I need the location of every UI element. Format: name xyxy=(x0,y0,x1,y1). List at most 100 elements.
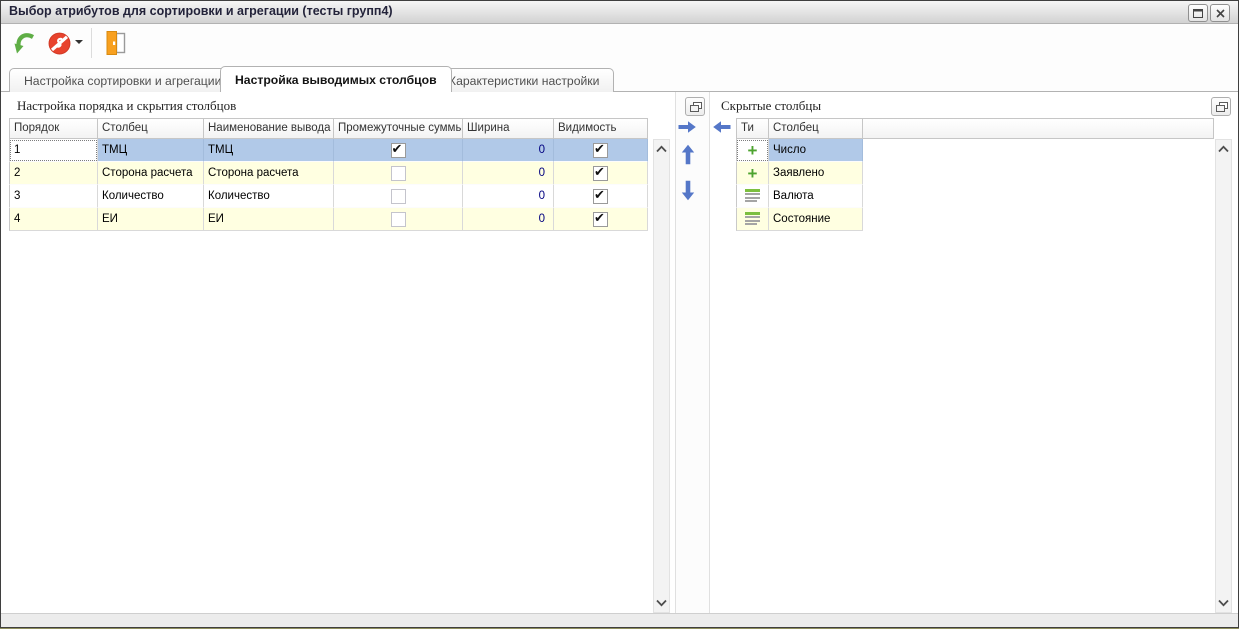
maximize-icon xyxy=(1193,9,1203,18)
width-cell[interactable]: 0 xyxy=(463,208,554,231)
column-cell[interactable]: Заявлено xyxy=(769,162,863,185)
table-header-row: ТиСтолбец xyxy=(736,118,1214,139)
close-button[interactable] xyxy=(1210,4,1230,22)
tab-page: Настройка порядка и скрытия столбцов Скр… xyxy=(1,92,1238,613)
output-name-cell[interactable]: Сторона расчета xyxy=(204,162,334,185)
open-door-icon xyxy=(101,29,129,57)
undo-button[interactable] xyxy=(11,29,39,57)
exit-button[interactable] xyxy=(101,29,129,57)
column-cell[interactable]: Сторона расчета xyxy=(98,162,204,185)
column-header[interactable]: Столбец xyxy=(98,118,204,139)
type-cell[interactable]: + xyxy=(736,139,769,162)
cancel-button[interactable] xyxy=(45,29,73,57)
table-row[interactable]: 2Сторона расчетаСторона расчета0 xyxy=(9,162,648,185)
list-icon xyxy=(745,212,760,227)
titlebar[interactable]: Выбор атрибутов для сортировки и агрегац… xyxy=(1,1,1238,24)
column-header[interactable]: Промежуточные суммы xyxy=(334,118,463,139)
order-cell[interactable]: 3 xyxy=(9,185,98,208)
subtotals[interactable] xyxy=(334,185,463,208)
tab-sorting-aggregation[interactable]: Настройка сортировки и агрегации xyxy=(9,68,236,92)
visibility[interactable] xyxy=(554,162,648,185)
list-icon xyxy=(745,189,760,204)
scroll-down-icon[interactable] xyxy=(654,595,669,611)
column-cell[interactable]: Число xyxy=(769,139,863,162)
dialog-window: Выбор атрибутов для сортировки и агрегац… xyxy=(0,0,1239,628)
column-header-filler xyxy=(863,118,1214,139)
move-up-button[interactable] xyxy=(681,144,695,165)
left-panel-collapse-button[interactable] xyxy=(685,97,705,116)
cancel-prohibition-icon xyxy=(47,31,72,56)
visibility[interactable] xyxy=(554,185,648,208)
right-panel-collapse-button[interactable] xyxy=(1211,97,1231,116)
left-table-vertical-scrollbar[interactable] xyxy=(653,139,670,613)
scroll-up-icon[interactable] xyxy=(1216,141,1231,157)
subtotals-checkbox[interactable] xyxy=(391,143,406,158)
plus-icon: + xyxy=(748,144,758,157)
column-header[interactable]: Порядок xyxy=(9,118,98,139)
right-table-vertical-scrollbar[interactable] xyxy=(1215,139,1232,613)
close-icon xyxy=(1216,9,1225,18)
arrow-right-icon xyxy=(677,120,697,134)
column-cell[interactable]: ЕИ xyxy=(98,208,204,231)
table-row[interactable]: 3КоличествоКоличество0 xyxy=(9,185,648,208)
tab-label: Характеристики настройки xyxy=(448,74,599,88)
output-name-cell[interactable]: Количество xyxy=(204,185,334,208)
visibility-checkbox[interactable] xyxy=(593,143,608,158)
subtotals[interactable] xyxy=(334,208,463,231)
type-cell[interactable] xyxy=(736,185,769,208)
arrow-up-icon xyxy=(681,144,695,165)
output-name-cell[interactable]: ТМЦ xyxy=(204,139,334,162)
subtotals-checkbox[interactable] xyxy=(391,212,406,227)
maximize-button[interactable] xyxy=(1188,4,1208,22)
undo-arrow-icon xyxy=(12,30,38,56)
tab-label: Настройка выводимых столбцов xyxy=(235,73,437,87)
width-cell[interactable]: 0 xyxy=(463,185,554,208)
table-row[interactable]: 1ТМЦТМЦ0 xyxy=(9,139,648,162)
column-header[interactable]: Видимость xyxy=(554,118,648,139)
table-row[interactable]: Состояние xyxy=(736,208,1214,231)
table-row[interactable]: 4ЕИЕИ0 xyxy=(9,208,648,231)
type-cell[interactable]: + xyxy=(736,162,769,185)
visibility-checkbox[interactable] xyxy=(593,166,608,181)
column-cell[interactable]: Валюта xyxy=(769,185,863,208)
tab-label: Настройка сортировки и агрегации xyxy=(24,74,221,88)
width-cell[interactable]: 0 xyxy=(463,162,554,185)
column-header[interactable]: Столбец xyxy=(769,118,863,139)
width-cell[interactable]: 0 xyxy=(463,139,554,162)
scroll-up-icon[interactable] xyxy=(654,141,669,157)
toolbar xyxy=(1,24,1238,64)
type-cell[interactable] xyxy=(736,208,769,231)
right-panel-title: Скрытые столбцы xyxy=(721,98,821,114)
column-cell[interactable]: ТМЦ xyxy=(98,139,204,162)
table-row[interactable]: Валюта xyxy=(736,185,1214,208)
columns-order-table: ПорядокСтолбецНаименование выводаПромежу… xyxy=(9,118,648,231)
column-header[interactable]: Наименование вывода xyxy=(204,118,334,139)
subtotals-checkbox[interactable] xyxy=(391,166,406,181)
visibility-checkbox[interactable] xyxy=(593,212,608,227)
scroll-down-icon[interactable] xyxy=(1216,595,1231,611)
arrow-left-icon xyxy=(712,120,732,134)
column-header[interactable]: Ширина xyxy=(463,118,554,139)
column-header[interactable]: Ти xyxy=(736,118,769,139)
subtotals-checkbox[interactable] xyxy=(391,189,406,204)
subtotals[interactable] xyxy=(334,139,463,162)
column-cell[interactable]: Количество xyxy=(98,185,204,208)
subtotals[interactable] xyxy=(334,162,463,185)
output-name-cell[interactable]: ЕИ xyxy=(204,208,334,231)
column-cell[interactable]: Состояние xyxy=(769,208,863,231)
move-down-button[interactable] xyxy=(681,180,695,201)
move-right-button[interactable] xyxy=(677,120,697,134)
move-left-button[interactable] xyxy=(712,120,732,134)
order-cell[interactable]: 1 xyxy=(9,139,98,162)
visibility-checkbox[interactable] xyxy=(593,189,608,204)
visibility[interactable] xyxy=(554,208,648,231)
left-panel-title: Настройка порядка и скрытия столбцов xyxy=(17,98,236,114)
tab-settings-characteristics[interactable]: Характеристики настройки xyxy=(433,68,614,92)
order-cell[interactable]: 4 xyxy=(9,208,98,231)
tab-output-columns[interactable]: Настройка выводимых столбцов xyxy=(220,66,452,92)
visibility[interactable] xyxy=(554,139,648,162)
order-cell[interactable]: 2 xyxy=(9,162,98,185)
table-row[interactable]: +Заявлено xyxy=(736,162,1214,185)
table-row[interactable]: + Число xyxy=(736,139,1214,162)
cancel-dropdown-caret[interactable] xyxy=(75,40,83,44)
